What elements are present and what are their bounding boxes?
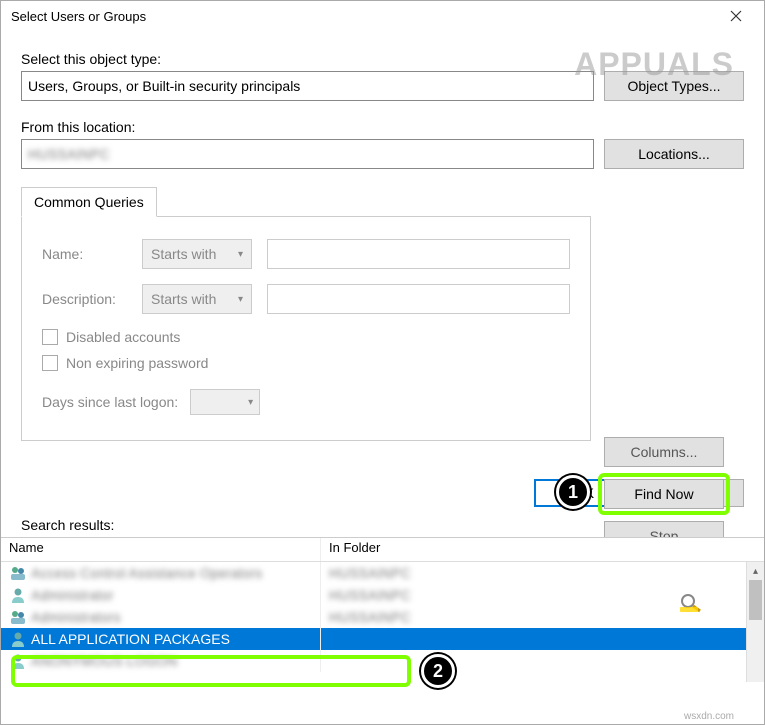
window-title: Select Users or Groups (11, 9, 146, 24)
row-folder-text: HUSSAINPC (329, 565, 411, 581)
attribution-text: wsxdn.com (684, 711, 734, 722)
column-header-name[interactable]: Name (1, 538, 321, 561)
close-button[interactable] (716, 3, 756, 29)
row-name-text: Administrators (31, 609, 120, 625)
chevron-down-icon: ▾ (238, 249, 243, 260)
row-name-text: Administrator (31, 587, 113, 603)
scroll-up-arrow-icon[interactable]: ▴ (747, 562, 764, 580)
description-input[interactable] (267, 284, 570, 314)
results-grid: Name In Folder Access Control Assistance… (1, 537, 764, 682)
tab-common-queries[interactable]: Common Queries (21, 187, 157, 217)
name-label: Name: (42, 246, 142, 262)
user-icon (9, 652, 27, 670)
row-name-text: ALL APPLICATION PACKAGES (31, 631, 230, 647)
name-match-combo[interactable]: Starts with ▾ (142, 239, 252, 269)
dialog-window: Select Users or Groups Select this objec… (0, 0, 765, 725)
table-row[interactable]: Administrators HUSSAINPC (1, 606, 764, 628)
description-match-combo[interactable]: Starts with ▾ (142, 284, 252, 314)
description-label: Description: (42, 291, 142, 307)
location-label: From this location: (21, 119, 744, 135)
common-queries-panel: Name: Starts with ▾ Description: Starts … (21, 216, 591, 441)
days-since-combo[interactable]: ▾ (190, 389, 260, 415)
table-row[interactable]: ALL APPLICATION PACKAGES (1, 628, 764, 650)
table-row[interactable]: Access Control Assistance Operators HUSSA… (1, 562, 764, 584)
annotation-step-1: 1 (556, 475, 590, 509)
chevron-down-icon: ▾ (238, 294, 243, 305)
disabled-accounts-checkbox[interactable] (42, 329, 58, 345)
user-icon (9, 630, 27, 648)
row-folder-text: HUSSAINPC (329, 609, 411, 625)
table-row[interactable]: ANONYMOUS LOGON (1, 650, 764, 672)
annotation-step-2: 2 (421, 654, 455, 688)
columns-button[interactable]: Columns... (604, 437, 724, 467)
vertical-scrollbar[interactable]: ▴ (746, 562, 764, 682)
chevron-down-icon: ▾ (248, 397, 253, 408)
object-type-field[interactable]: Users, Groups, or Built-in security prin… (21, 71, 594, 101)
non-expiring-checkbox[interactable] (42, 355, 58, 371)
name-input[interactable] (267, 239, 570, 269)
find-now-button[interactable]: Find Now (604, 479, 724, 509)
non-expiring-label: Non expiring password (66, 355, 208, 371)
group-icon (9, 608, 27, 626)
user-icon (9, 586, 27, 604)
location-field[interactable]: HUSSAINPC (21, 139, 594, 169)
group-icon (9, 564, 27, 582)
titlebar: Select Users or Groups (1, 1, 764, 31)
grid-header: Name In Folder (1, 538, 764, 562)
row-folder-text: HUSSAINPC (329, 587, 411, 603)
object-type-label: Select this object type: (21, 51, 744, 67)
scroll-thumb[interactable] (749, 580, 762, 620)
close-icon (730, 10, 742, 22)
disabled-accounts-label: Disabled accounts (66, 329, 180, 345)
days-since-label: Days since last logon: (42, 394, 178, 410)
row-name-text: Access Control Assistance Operators (31, 565, 262, 581)
locations-button[interactable]: Locations... (604, 139, 744, 169)
column-header-folder[interactable]: In Folder (321, 538, 764, 561)
row-name-text: ANONYMOUS LOGON (31, 653, 177, 669)
table-row[interactable]: Administrator HUSSAINPC (1, 584, 764, 606)
object-types-button[interactable]: Object Types... (604, 71, 744, 101)
grid-body: Access Control Assistance Operators HUSSA… (1, 562, 764, 682)
tab-container: Common Queries Name: Starts with ▾ Descr… (21, 187, 744, 441)
